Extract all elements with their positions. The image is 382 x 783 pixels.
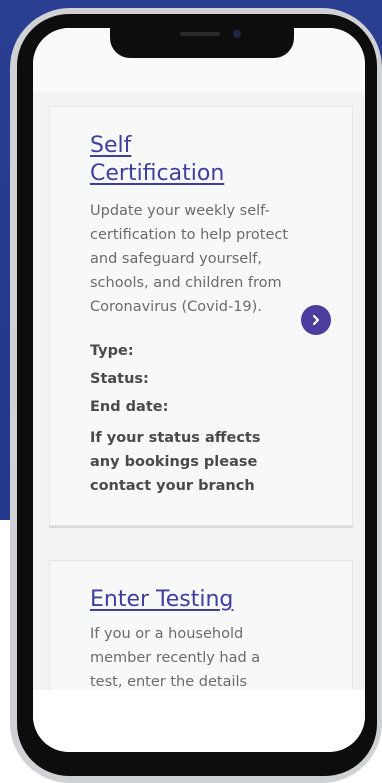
chevron-right-icon (312, 314, 320, 326)
enter-testing-title-link[interactable]: Enter Testing (90, 586, 310, 614)
phone-screen: Self Certification Update your weekly se… (33, 28, 365, 752)
bottom-bar (33, 690, 365, 752)
speaker-grille (180, 32, 220, 36)
self-certification-open-button[interactable] (301, 305, 331, 335)
phone-notch (110, 28, 294, 58)
enter-testing-description: If you or a household member recently ha… (90, 626, 261, 690)
title-line-2[interactable]: Certification (90, 161, 224, 186)
end-date-label: End date: (90, 399, 169, 415)
self-certification-title-link[interactable]: Self Certification (90, 132, 310, 188)
status-booking-note: If your status affects any bookings plea… (90, 430, 261, 494)
self-certification-card[interactable]: Self Certification Update your weekly se… (49, 106, 353, 526)
self-certification-description: Update your weekly self-certification to… (90, 203, 289, 315)
front-camera (233, 30, 241, 38)
title-line-1[interactable]: Self (90, 133, 131, 158)
type-label: Type: (90, 343, 134, 359)
status-label: Status: (90, 371, 149, 387)
